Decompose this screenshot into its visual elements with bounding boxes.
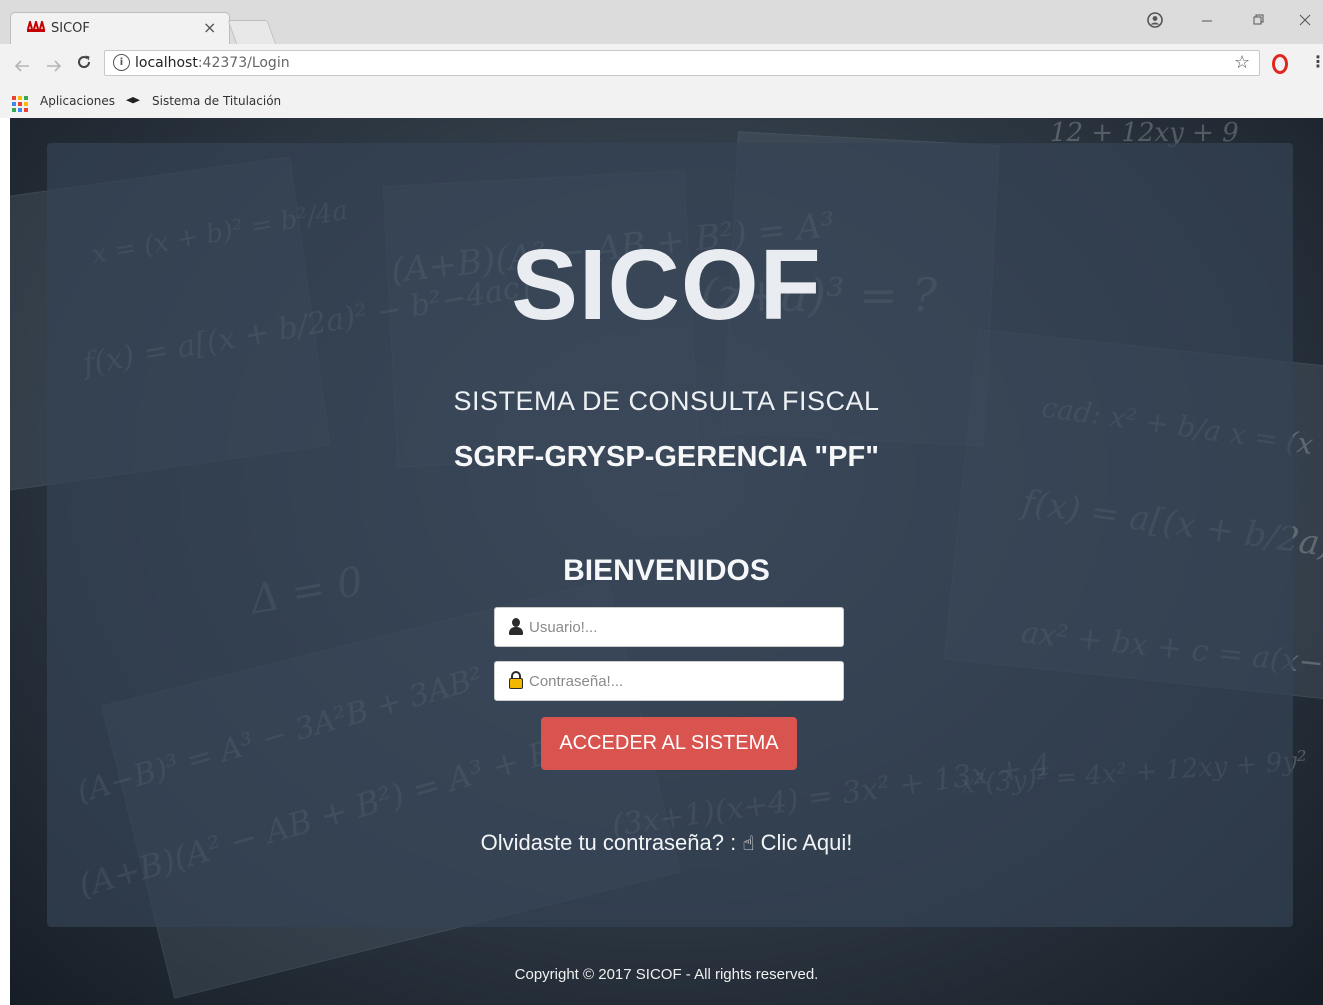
forgot-password-link[interactable]: Clic Aqui! [761, 830, 853, 855]
pointing-hand-icon: ☝ [742, 831, 755, 855]
minimize-icon[interactable] [1201, 12, 1213, 30]
bookmark-apps[interactable]: Aplicaciones [40, 94, 115, 108]
account-icon[interactable] [1147, 12, 1163, 32]
opera-icon[interactable] [1272, 54, 1288, 74]
star-icon[interactable]: ☆ [1234, 52, 1250, 73]
app-logo: SICOF [511, 229, 822, 341]
reload-icon[interactable] [76, 54, 92, 75]
login-button[interactable]: ACCEDER AL SISTEMA [541, 717, 797, 770]
tab-strip: SICOF × [0, 0, 1323, 45]
info-icon[interactable]: i [113, 54, 130, 71]
forgot-password-text: Olvidaste tu contraseña? : [480, 830, 737, 855]
graduation-cap-icon [126, 97, 140, 104]
arrow-right-icon[interactable] [46, 57, 62, 78]
url-path: :42373/Login [197, 55, 290, 71]
url-host: localhost [135, 55, 198, 71]
arrow-left-icon[interactable] [14, 57, 30, 78]
kebab-menu-icon[interactable]: ⋮ [1310, 52, 1323, 71]
restore-icon[interactable] [1253, 12, 1265, 30]
password-field[interactable] [494, 661, 844, 701]
password-input[interactable] [529, 662, 829, 700]
url-text[interactable]: localhost:42373/Login [135, 55, 290, 71]
window-close-icon[interactable] [1299, 12, 1311, 30]
welcome-heading: BIENVENIDOS [563, 554, 770, 587]
system-subtitle: SISTEMA DE CONSULTA FISCAL [453, 386, 880, 416]
user-icon [509, 618, 523, 636]
bookmark-sistema-titulacion[interactable]: Sistema de Titulación [152, 94, 281, 108]
tab-title: SICOF [51, 21, 90, 36]
browser-tab[interactable]: SICOF × [10, 12, 230, 44]
lock-icon [509, 671, 523, 690]
username-field[interactable] [494, 607, 844, 647]
browser-toolbar: i localhost:42373/Login ☆ ⋮ [0, 44, 1323, 92]
copyright-footer: Copyright © 2017 SICOF - All rights rese… [514, 966, 819, 983]
address-bar[interactable]: i localhost:42373/Login [104, 50, 1260, 76]
browser-chrome: SICOF × i localhost:42373/Login ☆ ⋮ Apli… [0, 0, 1323, 118]
login-page: x = (x + b)² = b²/4a f(x) = a[(x + b/2a)… [10, 118, 1323, 1005]
bookmarks-bar: Aplicaciones Sistema de Titulación [0, 90, 1323, 118]
favicon-icon [27, 18, 45, 37]
organization-name: SGRF-GRYSP-GERENCIA "PF" [454, 441, 879, 473]
new-tab-button[interactable] [227, 20, 277, 45]
username-input[interactable] [529, 608, 829, 646]
tab-close-icon[interactable]: × [203, 18, 216, 37]
apps-grid-icon[interactable] [12, 96, 28, 112]
forgot-password-line: Olvidaste tu contraseña? : ☝ Clic Aqui! [10, 830, 1323, 856]
